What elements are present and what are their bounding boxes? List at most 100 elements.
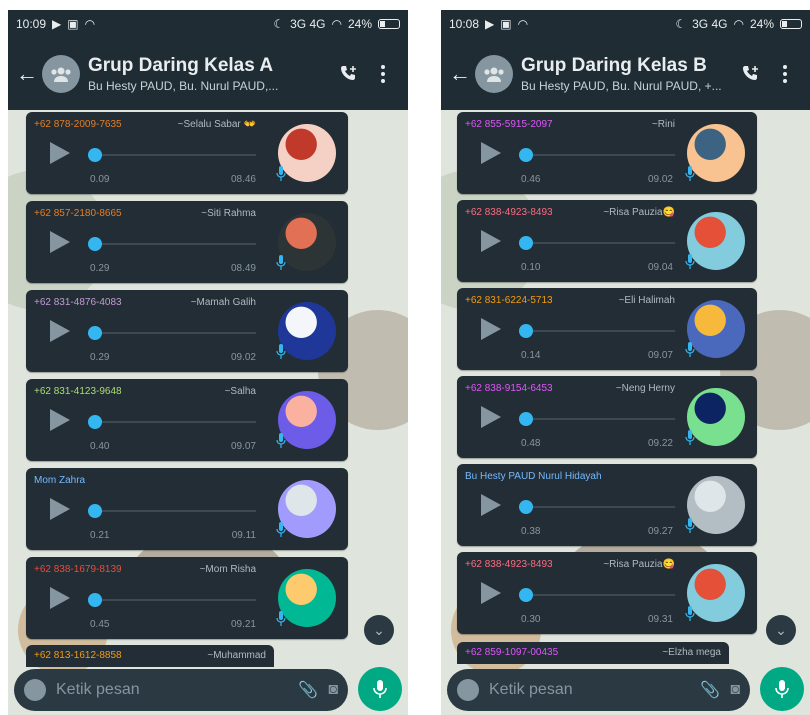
play-icon[interactable] — [481, 406, 501, 428]
message-composer[interactable]: Ketik pesan 📎 ◙ — [447, 669, 750, 711]
sender-phone[interactable]: +62 838-1679-8139 — [34, 564, 122, 575]
camera-icon[interactable]: ◙ — [730, 681, 740, 699]
voice-message[interactable]: +62 838-1679-8139 ~Mom Risha 0.45 09.21 — [26, 557, 348, 639]
camera-icon[interactable]: ◙ — [328, 681, 338, 699]
message-input[interactable]: Ketik pesan — [56, 681, 288, 699]
sender-phone[interactable]: Mom Zahra — [34, 475, 85, 486]
seek-handle[interactable] — [519, 500, 533, 514]
play-icon[interactable] — [50, 498, 70, 520]
voice-message[interactable]: +62 831-6224-5713 ~Eli Halimah 0.14 09.0… — [457, 288, 757, 370]
seek-handle[interactable] — [88, 326, 102, 340]
attach-icon[interactable]: 📎 — [298, 680, 318, 700]
play-icon[interactable] — [481, 494, 501, 516]
mic-button[interactable] — [760, 667, 804, 711]
voice-message[interactable]: +62 838-4923-8493 ~Risa Pauzia😋 0.10 09.… — [457, 200, 757, 282]
audio-track[interactable] — [94, 421, 256, 423]
audio-track[interactable] — [94, 510, 256, 512]
message-input[interactable]: Ketik pesan — [489, 681, 690, 699]
emoji-icon[interactable] — [457, 679, 479, 701]
voice-message[interactable]: +62 831-4123-9648 ~Salha 0.40 09.07 — [26, 379, 348, 461]
seek-handle[interactable] — [519, 588, 533, 602]
voice-message[interactable]: +62 878-2009-7635 ~Selalu Sabar 👐 0.09 0… — [26, 112, 348, 194]
emoji-icon[interactable] — [24, 679, 46, 701]
sender-phone[interactable]: +62 838-4923-8493 — [465, 207, 553, 218]
audio-track[interactable] — [525, 506, 675, 508]
voice-message[interactable]: +62 857-2180-8665 ~Siti Rahma 0.29 08.49 — [26, 201, 348, 283]
more-options-icon[interactable] — [366, 57, 400, 91]
add-call-icon[interactable] — [734, 57, 768, 91]
seek-handle[interactable] — [88, 593, 102, 607]
attach-icon[interactable]: 📎 — [700, 680, 720, 700]
seek-handle[interactable] — [519, 324, 533, 338]
sender-phone[interactable]: +62 859-1097-00435 — [465, 647, 558, 659]
back-arrow-icon[interactable]: ← — [449, 61, 471, 87]
play-icon[interactable] — [50, 320, 70, 342]
avatar[interactable] — [687, 124, 745, 182]
voice-message[interactable]: +62 838-4923-8493 ~Risa Pauzia😋 0.30 09.… — [457, 552, 757, 634]
sender-phone[interactable]: +62 831-4123-9648 — [34, 386, 122, 397]
avatar[interactable] — [278, 213, 336, 271]
play-icon[interactable] — [481, 318, 501, 340]
sender-phone[interactable]: +62 857-2180-8665 — [34, 208, 122, 219]
voice-message[interactable]: +62 855-5915-2097 ~Rini 0.46 09.02 — [457, 112, 757, 194]
group-info[interactable]: Grup Daring Kelas A Bu Hesty PAUD, Bu. N… — [88, 55, 332, 93]
play-icon[interactable] — [50, 231, 70, 253]
sender-phone[interactable]: +62 838-4923-8493 — [465, 559, 553, 570]
avatar[interactable] — [278, 302, 336, 360]
audio-track[interactable] — [525, 154, 675, 156]
sender-phone[interactable]: +62 831-6224-5713 — [465, 295, 553, 306]
scroll-down-icon[interactable]: ⌄ — [364, 615, 394, 645]
voice-message[interactable]: +62 831-4876-4083 ~Mamah Galih 0.29 09.0… — [26, 290, 348, 372]
group-info[interactable]: Grup Daring Kelas B Bu Hesty PAUD, Bu. N… — [521, 55, 734, 93]
avatar[interactable] — [687, 564, 745, 622]
sender-phone[interactable]: +62 813-1612-8858 — [34, 650, 122, 662]
seek-handle[interactable] — [88, 237, 102, 251]
voice-message[interactable]: Mom Zahra 0.21 09.11 — [26, 468, 348, 550]
mic-button[interactable] — [358, 667, 402, 711]
voice-message[interactable]: +62 838-9154-6453 ~Neng Herny 0.48 09.22 — [457, 376, 757, 458]
message-list[interactable]: +62 855-5915-2097 ~Rini 0.46 09.02 +62 8… — [441, 110, 810, 665]
back-arrow-icon[interactable]: ← — [16, 61, 38, 87]
avatar[interactable] — [687, 388, 745, 446]
avatar[interactable] — [278, 480, 336, 538]
play-icon[interactable] — [481, 142, 501, 164]
audio-track[interactable] — [525, 242, 675, 244]
message-composer[interactable]: Ketik pesan 📎 ◙ — [14, 669, 348, 711]
avatar[interactable] — [278, 391, 336, 449]
play-icon[interactable] — [481, 230, 501, 252]
more-options-icon[interactable] — [768, 57, 802, 91]
message-list[interactable]: +62 878-2009-7635 ~Selalu Sabar 👐 0.09 0… — [8, 110, 408, 667]
play-icon[interactable] — [50, 142, 70, 164]
audio-track[interactable] — [525, 594, 675, 596]
avatar[interactable] — [687, 476, 745, 534]
seek-handle[interactable] — [88, 504, 102, 518]
sender-phone[interactable]: +62 831-4876-4083 — [34, 297, 122, 308]
audio-track[interactable] — [94, 243, 256, 245]
sender-phone[interactable]: +62 838-9154-6453 — [465, 383, 553, 394]
audio-track[interactable] — [525, 418, 675, 420]
avatar[interactable] — [278, 124, 336, 182]
avatar[interactable] — [687, 300, 745, 358]
sender-phone[interactable]: Bu Hesty PAUD Nurul Hidayah — [465, 471, 602, 482]
audio-track[interactable] — [94, 332, 256, 334]
audio-track[interactable] — [525, 330, 675, 332]
sender-phone[interactable]: +62 878-2009-7635 — [34, 119, 122, 130]
group-avatar[interactable] — [475, 55, 513, 93]
play-icon[interactable] — [50, 409, 70, 431]
seek-handle[interactable] — [88, 415, 102, 429]
add-call-icon[interactable] — [332, 57, 366, 91]
play-icon[interactable] — [481, 582, 501, 604]
avatar[interactable] — [687, 212, 745, 270]
audio-track[interactable] — [94, 154, 256, 156]
seek-handle[interactable] — [519, 412, 533, 426]
group-avatar[interactable] — [42, 55, 80, 93]
avatar[interactable] — [278, 569, 336, 627]
voice-message[interactable]: Bu Hesty PAUD Nurul Hidayah 0.38 09.27 — [457, 464, 757, 546]
sender-phone[interactable]: +62 855-5915-2097 — [465, 119, 553, 130]
play-icon[interactable] — [50, 587, 70, 609]
voice-message-partial[interactable]: +62 859-1097-00435 ~Elzha mega — [457, 642, 729, 664]
seek-handle[interactable] — [88, 148, 102, 162]
seek-handle[interactable] — [519, 236, 533, 250]
voice-message-partial[interactable]: +62 813-1612-8858 ~Muhammad — [26, 645, 274, 667]
scroll-down-icon[interactable]: ⌄ — [766, 615, 796, 645]
